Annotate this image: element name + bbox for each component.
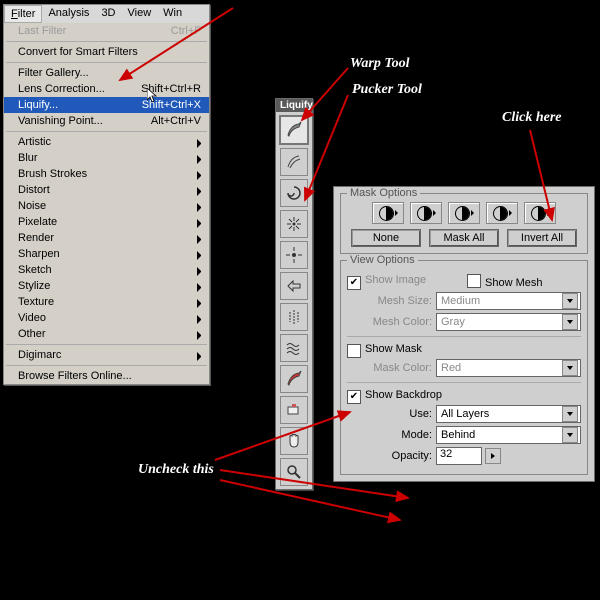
mask-mode-icons [347,202,581,224]
menu-digimarc[interactable]: Digimarc [4,347,209,363]
filter-menu: FFilterilter Analysis 3D View Win Last F… [3,4,210,385]
mask-none-button[interactable]: None [351,229,421,247]
palette-title: Liquify [276,99,312,112]
menu-last-filter: Last FilterCtrl+F [4,23,209,39]
menu-browse-online[interactable]: Browse Filters Online... [4,368,209,384]
opacity-flyout[interactable] [485,448,501,464]
turbulence-tool[interactable] [280,334,308,362]
zoom-tool[interactable] [280,458,308,486]
menubar: FFilterilter Analysis 3D View Win [4,5,209,23]
freeze-mask-tool[interactable] [280,365,308,393]
mask-options-label: Mask Options [347,187,420,199]
annotation-uncheck: Uncheck this [138,462,214,478]
bloat-tool[interactable] [280,241,308,269]
menu-lens-correction[interactable]: Lens Correction...Shift+Ctrl+R [4,81,209,97]
annotation-click-here: Click here [502,110,562,126]
show-mesh-checkbox[interactable] [467,274,481,288]
menubar-analysis[interactable]: Analysis [42,5,95,23]
push-left-tool[interactable] [280,272,308,300]
menu-render[interactable]: Render [4,230,209,246]
menu-blur[interactable]: Blur [4,150,209,166]
backdrop-use-select[interactable]: All Layers [436,405,581,423]
menu-stylize[interactable]: Stylize [4,278,209,294]
menu-noise[interactable]: Noise [4,198,209,214]
menu-texture[interactable]: Texture [4,294,209,310]
warp-tool[interactable] [279,115,309,145]
hand-tool[interactable] [280,427,308,455]
menu-brush-strokes[interactable]: Brush Strokes [4,166,209,182]
menu-video[interactable]: Video [4,310,209,326]
opacity-input[interactable]: 32 [436,447,482,465]
cursor-icon [147,88,159,104]
show-mask-checkbox[interactable] [347,344,361,358]
swirl-tool[interactable] [280,179,308,207]
menu-filter-gallery[interactable]: Filter Gallery... [4,65,209,81]
mask-add-icon[interactable] [410,202,442,224]
menu-other[interactable]: Other [4,326,209,342]
show-image-checkbox[interactable]: ✔ [347,276,361,290]
menu-convert-smart[interactable]: Convert for Smart Filters [4,44,209,60]
mask-intersect-icon[interactable] [486,202,518,224]
mask-invert-all-button[interactable]: Invert All [507,229,577,247]
show-backdrop-checkbox[interactable]: ✔ [347,390,361,404]
menu-liquify[interactable]: Liquify...Shift+Ctrl+X [4,97,209,113]
mask-subtract-icon[interactable] [448,202,480,224]
pucker-tool[interactable] [280,210,308,238]
menubar-filter[interactable]: FFilterilter [4,5,42,23]
mask-options-panel: Mask Options None Mask All Invert All Vi… [333,186,595,482]
menubar-view[interactable]: View [122,5,158,23]
backdrop-mode-select[interactable]: Behind [436,426,581,444]
menu-vanishing-point[interactable]: Vanishing Point...Alt+Ctrl+V [4,113,209,129]
menu-distort[interactable]: Distort [4,182,209,198]
liquify-palette: Liquify [275,98,313,490]
menu-artistic[interactable]: Artistic [4,134,209,150]
menu-pixelate[interactable]: Pixelate [4,214,209,230]
menu-sharpen[interactable]: Sharpen [4,246,209,262]
mask-invert-icon[interactable] [524,202,556,224]
mask-replace-icon[interactable] [372,202,404,224]
mesh-size-select[interactable]: Medium [436,292,581,310]
annotation-pucker: Pucker Tool [352,82,422,98]
menubar-window[interactable]: Win [157,5,188,23]
reconstruct-tool[interactable] [280,148,308,176]
annotation-warp: Warp Tool [350,56,410,72]
mask-color-select[interactable]: Red [436,359,581,377]
mirror-tool[interactable] [280,303,308,331]
thaw-mask-tool[interactable] [280,396,308,424]
view-options-label: View Options [347,254,418,266]
mesh-color-select[interactable]: Gray [436,313,581,331]
mask-all-button[interactable]: Mask All [429,229,499,247]
menubar-3d[interactable]: 3D [95,5,121,23]
menu-sketch[interactable]: Sketch [4,262,209,278]
